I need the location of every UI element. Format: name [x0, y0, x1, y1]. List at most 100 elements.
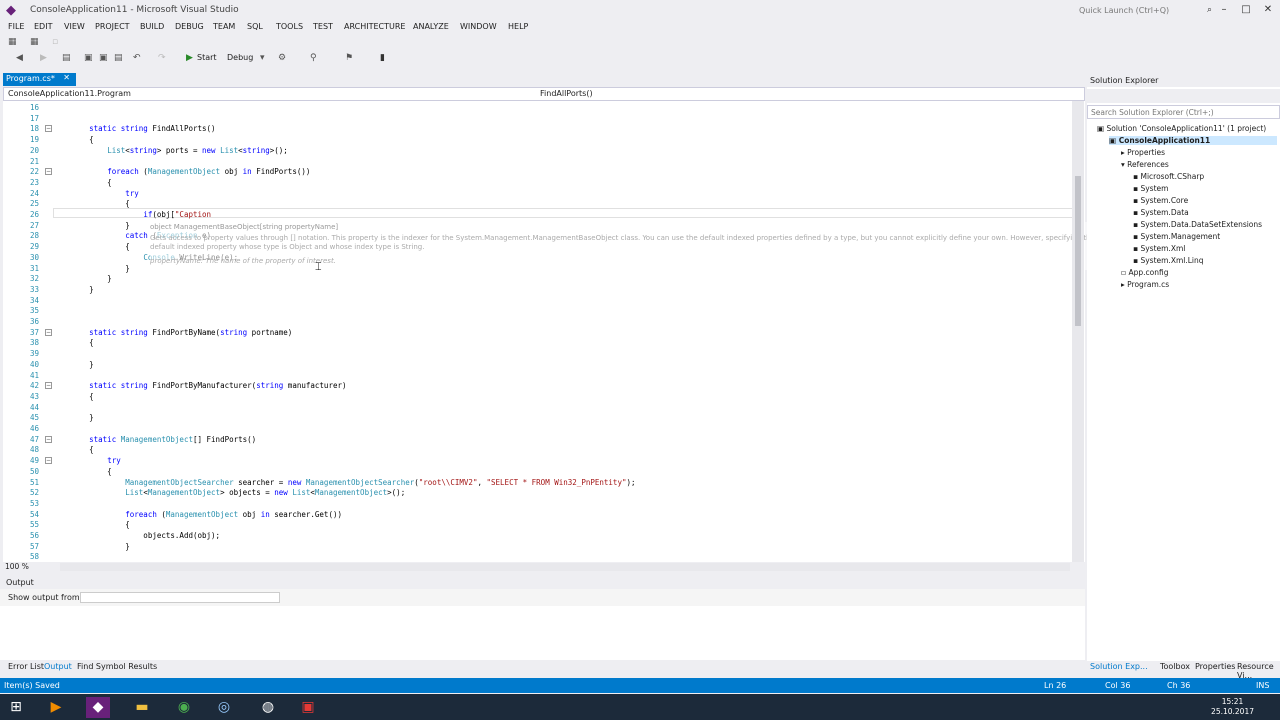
tab-toolbox[interactable]: Toolbox — [1160, 662, 1190, 671]
close-tab-icon[interactable]: ✕ — [63, 73, 70, 82]
code-line[interactable]: ManagementObjectSearcher searcher = new … — [53, 478, 635, 487]
minimize-icon[interactable]: – — [1214, 3, 1234, 17]
solution-tree-item[interactable]: ▫ App.config — [1121, 268, 1168, 277]
open-icon[interactable]: ▤ — [114, 53, 123, 63]
tab-output[interactable]: Output — [44, 662, 72, 671]
solution-tree-item[interactable]: ▪ System.Data.DataSetExtensions — [1133, 220, 1262, 229]
code-editor[interactable]: 16 17 18 static string FindAllPorts() −19 {… — [3, 101, 1085, 562]
solution-tree-item[interactable]: ▸ Program.cs — [1121, 280, 1169, 289]
solution-tree-item[interactable]: ▣ Solution 'ConsoleApplication11' (1 pro… — [1097, 124, 1266, 133]
fold-toggle-icon[interactable]: − — [45, 125, 52, 133]
close-icon[interactable]: ✕ — [1258, 3, 1278, 17]
code-line[interactable]: try — [53, 456, 121, 465]
code-line[interactable]: { — [53, 392, 94, 401]
code-line[interactable]: static string FindPortByManufacturer(str… — [53, 381, 346, 390]
solution-tree-item[interactable]: ▪ System.Management — [1133, 232, 1220, 241]
code-line[interactable]: { — [53, 199, 130, 208]
fold-toggle-icon[interactable]: − — [45, 168, 52, 176]
code-line[interactable]: { — [53, 467, 112, 476]
app-icon[interactable]: ◎ — [212, 697, 236, 718]
menu-file[interactable]: FILE — [8, 22, 24, 31]
solution-tree-item[interactable]: ▪ System.Data — [1133, 208, 1189, 217]
solution-tree-item[interactable]: ▪ Microsoft.CSharp — [1133, 172, 1204, 181]
solution-tree-item[interactable]: ▪ System.Core — [1133, 196, 1188, 205]
file-explorer-icon[interactable]: ▬ — [130, 697, 154, 718]
code-line[interactable]: static string FindPortByName(string port… — [53, 328, 292, 337]
code-line[interactable]: static ManagementObject[] FindPorts() — [53, 435, 256, 444]
redo-icon[interactable]: ↷ — [158, 53, 166, 63]
output-source-dropdown[interactable] — [80, 592, 280, 603]
code-line[interactable]: } — [53, 221, 130, 230]
save-icon[interactable]: ▣ — [84, 53, 93, 63]
solution-tree-item[interactable]: ▸ Properties — [1121, 148, 1165, 157]
scroll-thumb[interactable] — [1075, 176, 1081, 326]
tab-program-cs[interactable]: Program.cs* ✕ — [3, 73, 76, 86]
fold-toggle-icon[interactable]: − — [45, 457, 52, 465]
code-line[interactable]: { — [53, 135, 94, 144]
member-dropdown[interactable]: FindAllPorts() — [540, 89, 593, 98]
horizontal-scrollbar[interactable] — [60, 563, 1070, 571]
code-line[interactable]: { — [53, 178, 112, 187]
vertical-scrollbar[interactable] — [1072, 101, 1084, 562]
tab-error-list[interactable]: Error List — [8, 662, 44, 671]
menu-architecture[interactable]: ARCHITECTURE — [344, 22, 405, 31]
code-line[interactable]: { — [53, 520, 130, 529]
solution-tree-item[interactable]: ▪ System.Xml.Linq — [1133, 256, 1204, 265]
output-text-area[interactable] — [0, 606, 1085, 660]
app2-icon[interactable]: ▣ — [296, 697, 320, 718]
config-dropdown[interactable]: Debug — [227, 53, 253, 62]
code-line[interactable]: } — [53, 264, 130, 273]
code-line[interactable]: } — [53, 274, 112, 283]
code-line[interactable]: objects.Add(obj); — [53, 531, 220, 540]
tab-solution-explorer[interactable]: Solution Exp... — [1090, 662, 1148, 671]
code-line[interactable]: foreach (ManagementObject obj in searche… — [53, 510, 342, 519]
code-line[interactable]: { — [53, 242, 130, 251]
fold-toggle-icon[interactable]: − — [45, 382, 52, 390]
code-line[interactable]: { — [53, 445, 94, 454]
menu-analyze[interactable]: ANALYZE — [413, 22, 449, 31]
layout3-icon[interactable]: ▫ — [52, 37, 58, 47]
layout2-icon[interactable]: ▦ — [30, 37, 39, 47]
menu-project[interactable]: PROJECT — [95, 22, 130, 31]
menu-tools[interactable]: TOOLS — [276, 22, 303, 31]
code-line[interactable]: foreach (ManagementObject obj in FindPor… — [53, 167, 310, 176]
code-line[interactable]: List<string> ports = new List<string>(); — [53, 146, 288, 155]
menu-team[interactable]: TEAM — [213, 22, 235, 31]
layout-icon[interactable]: ▦ — [8, 37, 17, 47]
menu-build[interactable]: BUILD — [140, 22, 164, 31]
code-line[interactable]: } — [53, 360, 94, 369]
visual-studio-icon[interactable]: ◆ — [86, 697, 110, 718]
save-all-icon[interactable]: ▣ — [99, 53, 108, 63]
solution-tree-item[interactable]: ▪ System.Xml — [1133, 244, 1185, 253]
fold-toggle-icon[interactable]: − — [45, 435, 52, 443]
code-line[interactable]: try — [53, 189, 139, 198]
toggle-bookmark-icon[interactable]: ▮ — [380, 53, 385, 63]
maximize-icon[interactable]: □ — [1236, 3, 1256, 17]
code-line[interactable]: static string FindAllPorts() — [53, 124, 215, 133]
code-line[interactable]: List<ManagementObject> objects = new Lis… — [53, 488, 405, 497]
menu-window[interactable]: WINDOW — [460, 22, 497, 31]
new-project-icon[interactable]: ▤ — [62, 53, 71, 63]
undo-icon[interactable]: ↶ — [133, 53, 141, 63]
chevron-down-icon[interactable]: ▾ — [260, 53, 265, 63]
back-icon[interactable]: ◀ — [16, 53, 23, 63]
tab-find-symbol-results[interactable]: Find Symbol Results — [77, 662, 157, 671]
code-line[interactable]: if(obj["Caption — [53, 210, 211, 219]
start-menu-icon[interactable]: ⊞ — [4, 697, 28, 718]
solution-tree-item[interactable]: ▪ System — [1133, 184, 1168, 193]
class-dropdown[interactable]: ConsoleApplication11.Program — [8, 89, 131, 98]
menu-debug[interactable]: DEBUG — [175, 22, 204, 31]
fold-toggle-icon[interactable]: − — [45, 328, 52, 336]
bookmark-icon[interactable]: ⚑ — [345, 53, 353, 63]
menu-help[interactable]: HELP — [508, 22, 528, 31]
attach-icon[interactable]: ⚙ — [278, 53, 286, 63]
find-icon[interactable]: ⚲ — [310, 53, 317, 63]
code-line[interactable]: } — [53, 285, 94, 294]
solution-search-input[interactable]: Search Solution Explorer (Ctrl+;) — [1087, 105, 1280, 119]
menu-test[interactable]: TEST — [313, 22, 333, 31]
start-button[interactable]: Start — [197, 53, 217, 62]
solution-tree-item[interactable]: ▾ References — [1121, 160, 1169, 169]
media-player-icon[interactable]: ▶ — [44, 697, 68, 718]
code-line[interactable]: { — [53, 338, 94, 347]
solution-tree-item[interactable]: ▣ ConsoleApplication11 — [1109, 136, 1277, 145]
